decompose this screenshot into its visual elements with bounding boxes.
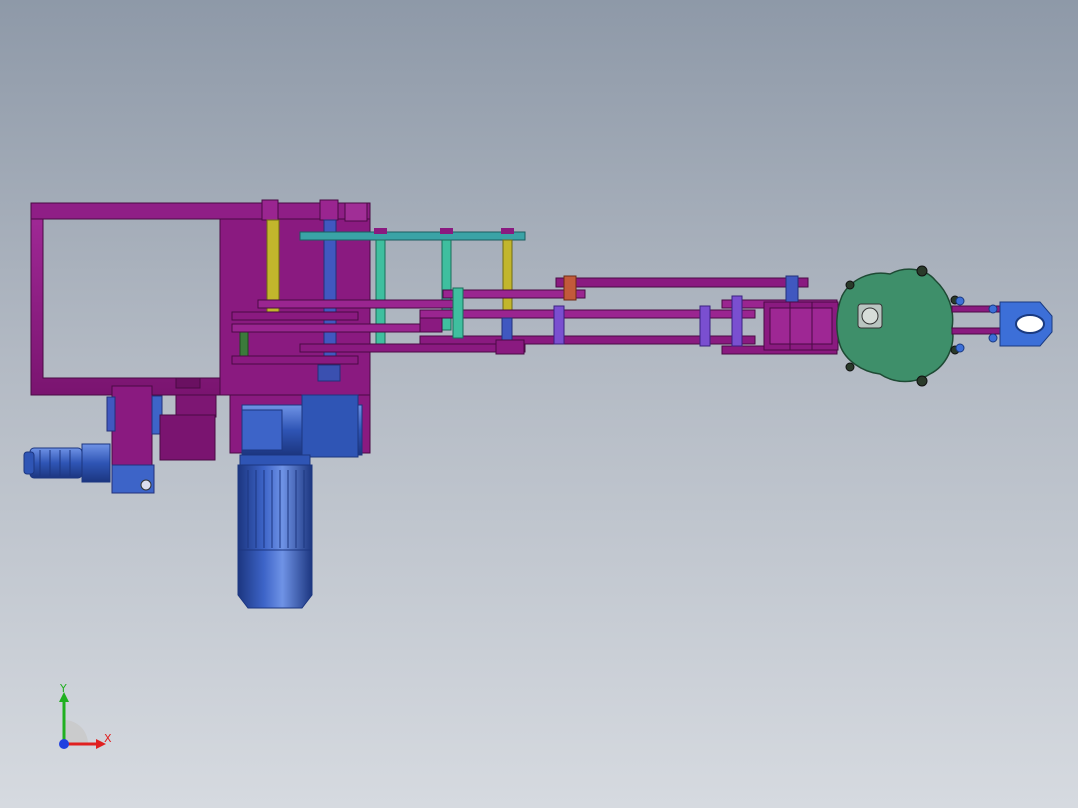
coordinate-triad: Y X (40, 680, 130, 760)
model-viewport[interactable]: Y X (0, 0, 1078, 808)
center-gearmotor[interactable] (237, 394, 363, 609)
gripper-jaw[interactable] (951, 296, 1053, 353)
wrist-block[interactable] (763, 301, 839, 351)
triad-y-label: Y (60, 682, 67, 695)
robot-arm-model[interactable] (0, 0, 1078, 808)
triad-x-label: X (104, 732, 112, 745)
gripper-body[interactable] (836, 265, 960, 387)
z-axis-dot (59, 739, 69, 749)
